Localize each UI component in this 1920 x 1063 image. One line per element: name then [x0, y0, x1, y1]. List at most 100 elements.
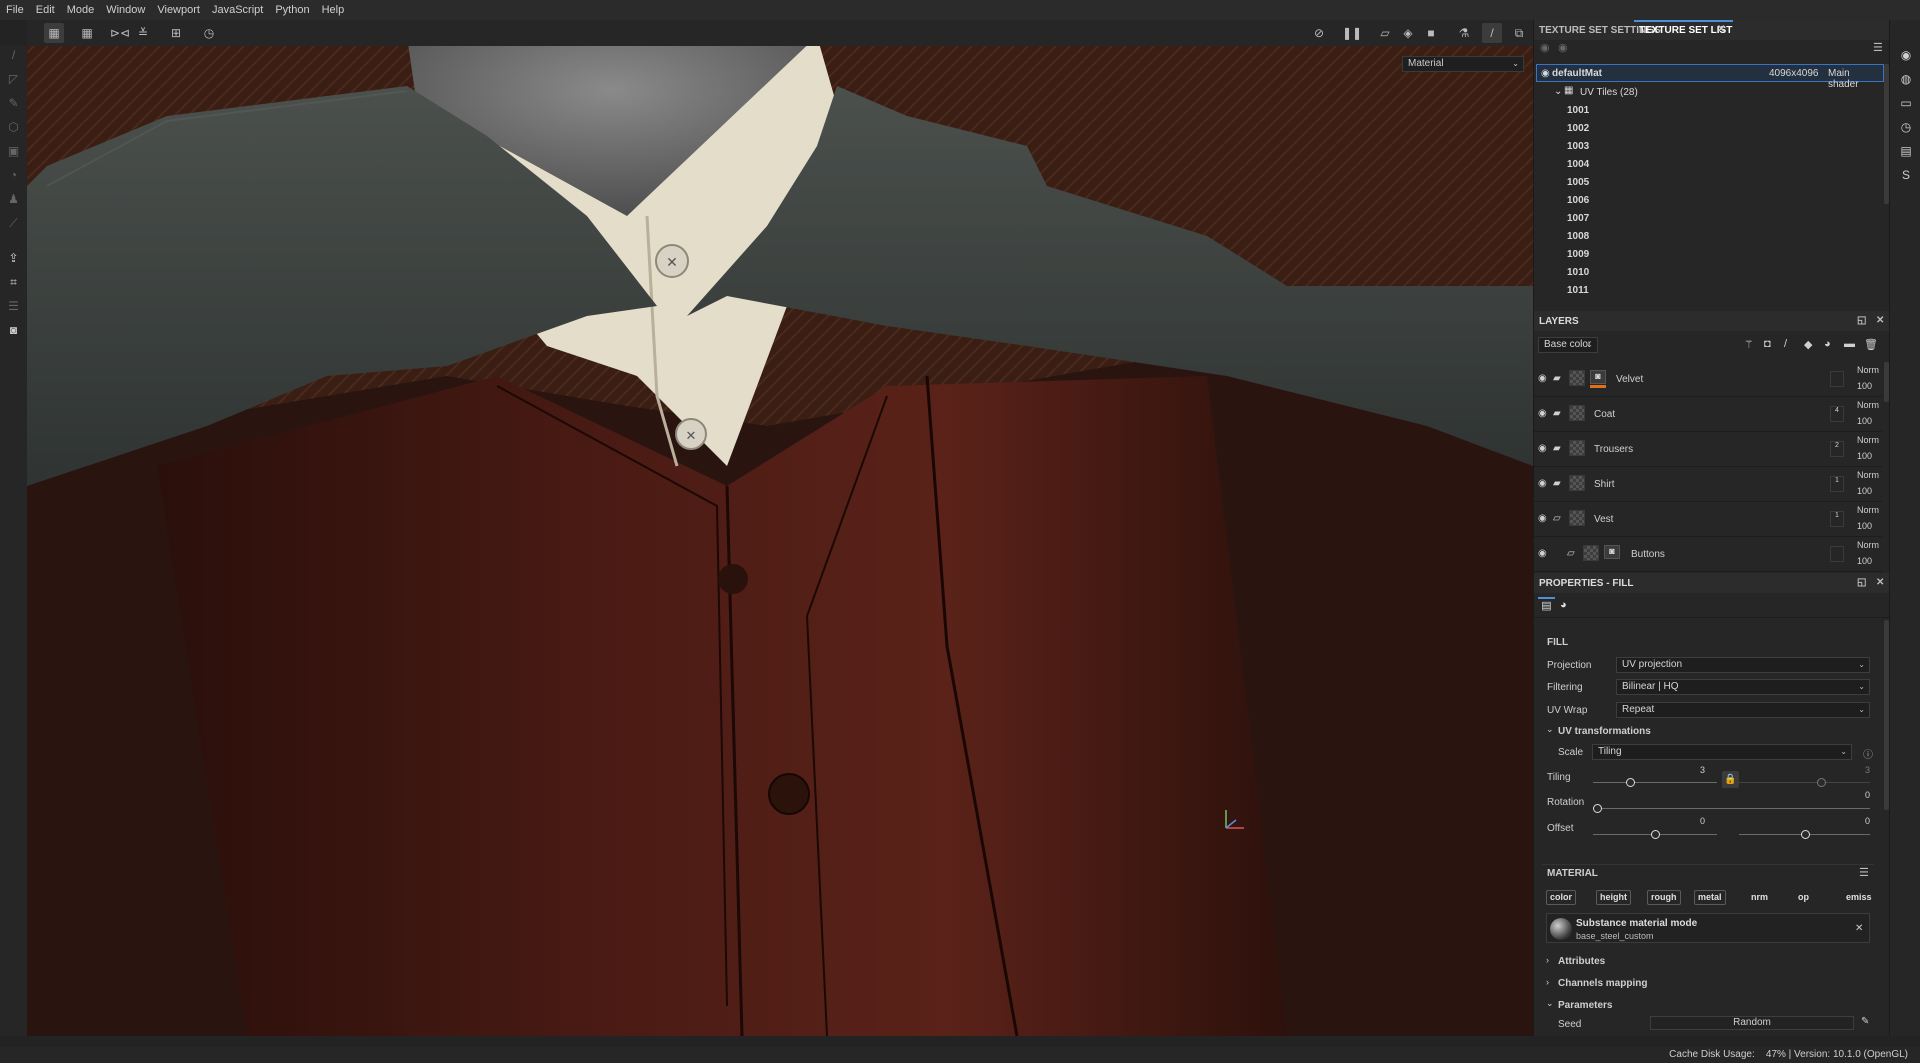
screenshot-icon[interactable]: ⧉: [1509, 23, 1529, 43]
eye-icon[interactable]: ◉: [1558, 41, 1568, 54]
clone-tool-icon[interactable]: ♟: [4, 190, 23, 209]
menu-file[interactable]: File: [0, 0, 30, 20]
substance-material-card[interactable]: Substance material mode base_steel_custo…: [1546, 913, 1870, 943]
tab-properties-icon[interactable]: ▤: [1538, 597, 1555, 616]
layer-row[interactable]: ◉ ▱ Vest 1 Norm 100: [1534, 502, 1882, 537]
menu-help[interactable]: Help: [316, 0, 351, 20]
list-item[interactable]: 1001: [1534, 101, 1882, 119]
list-item[interactable]: 1004: [1534, 155, 1882, 173]
rotation-slider-handle[interactable]: [1593, 804, 1602, 813]
projection-tool-icon[interactable]: ✎: [4, 94, 23, 113]
delete-icon[interactable]: 🗑: [1864, 338, 1878, 351]
attributes-toggle[interactable]: Attributes: [1558, 956, 1605, 967]
hide-icon[interactable]: ⊘: [1309, 23, 1329, 43]
list-item[interactable]: 1009: [1534, 245, 1882, 263]
environment-icon[interactable]: ◍: [1899, 72, 1913, 86]
paint-brush-icon[interactable]: /: [1482, 23, 1502, 43]
channels-mapping-toggle[interactable]: Channels mapping: [1558, 978, 1647, 989]
close-icon[interactable]: ✕: [1855, 923, 1863, 934]
channel-nrm-chip[interactable]: nrm: [1747, 890, 1772, 905]
log-icon[interactable]: ▤: [1899, 144, 1913, 158]
undock-icon[interactable]: ◱: [1857, 315, 1866, 326]
blend-mode[interactable]: Norm: [1857, 365, 1879, 375]
pause-icon[interactable]: ❚❚: [1342, 23, 1362, 43]
add-fill-layer-icon[interactable]: ◆: [1804, 338, 1812, 351]
layer-opacity[interactable]: 100: [1857, 521, 1872, 531]
undock-icon[interactable]: ◱: [1857, 577, 1866, 588]
tiling-slider-handle[interactable]: [1626, 778, 1636, 787]
bake-icon[interactable]: ⚗: [1454, 23, 1474, 43]
close-icon[interactable]: ✕: [1876, 315, 1884, 326]
cube-icon[interactable]: ◈: [1398, 23, 1418, 43]
lock-tool-icon[interactable]: ☰: [4, 297, 23, 316]
render-tool-icon[interactable]: ◙: [4, 321, 23, 340]
eye-icon[interactable]: ◉: [1540, 41, 1550, 54]
video-camera-icon[interactable]: ■: [1421, 23, 1441, 43]
visibility-eye-icon[interactable]: ◉: [1538, 478, 1547, 489]
layer-row[interactable]: ◉ ▰ Shirt 1 Norm 100: [1534, 467, 1882, 502]
layer-opacity[interactable]: 100: [1857, 416, 1872, 426]
grid-icon[interactable]: ▦: [44, 23, 64, 43]
scale-dropdown[interactable]: Tiling ⌄: [1592, 744, 1852, 760]
channel-rough-chip[interactable]: rough: [1647, 890, 1681, 905]
offset-value-u[interactable]: 0: [1700, 816, 1705, 826]
add-frame-icon[interactable]: ⊞: [166, 23, 186, 43]
list-item[interactable]: 1003: [1534, 137, 1882, 155]
polygon-fill-icon[interactable]: ⬡: [4, 118, 23, 137]
add-folder-icon[interactable]: ▬: [1844, 338, 1855, 350]
offset-v-slider-handle[interactable]: [1800, 830, 1810, 839]
menu-window[interactable]: Window: [100, 0, 151, 20]
tiling-slider[interactable]: [1593, 782, 1717, 783]
menu-mode[interactable]: Mode: [61, 0, 101, 20]
menu-python[interactable]: Python: [269, 0, 315, 20]
tiling-v-slider-handle[interactable]: [1817, 778, 1826, 787]
viewport-mode-dropdown[interactable]: Material ⌄: [1402, 56, 1524, 72]
substance-logo-icon[interactable]: S: [1899, 168, 1913, 182]
layer-row[interactable]: ◉ ▰ Trousers 2 Norm 100: [1534, 432, 1882, 467]
visibility-eye-icon[interactable]: ◉: [1538, 548, 1547, 559]
layer-row[interactable]: ◉ ▱ ◙ Buttons Norm 100: [1534, 537, 1882, 572]
lock-icon[interactable]: 🔒: [1722, 771, 1739, 788]
list-item[interactable]: 1010: [1534, 263, 1882, 281]
smudge-tool-icon[interactable]: ◔: [4, 166, 23, 185]
layer-opacity[interactable]: 100: [1857, 556, 1872, 566]
chevron-down-icon[interactable]: ⌄: [1546, 724, 1554, 735]
visibility-eye-icon[interactable]: ◉: [1538, 373, 1547, 384]
offset-u-slider-handle[interactable]: [1651, 830, 1660, 839]
texture-set-defaultmat[interactable]: ◉ defaultMat 4096x4096 Main shader: [1536, 64, 1884, 90]
tiling-value-v[interactable]: 3: [1865, 765, 1870, 775]
uv-tiles-group[interactable]: ⌄ ▦ UV Tiles (28): [1534, 83, 1882, 101]
channel-color-chip[interactable]: color: [1546, 890, 1577, 905]
list-item[interactable]: 1007: [1534, 209, 1882, 227]
parameters-toggle[interactable]: Parameters: [1558, 1000, 1612, 1011]
menu-viewport[interactable]: Viewport: [151, 0, 206, 20]
chevron-right-icon[interactable]: ›: [1546, 977, 1549, 987]
channel-dropdown[interactable]: Base color ⌄: [1538, 337, 1598, 353]
rotation-slider[interactable]: [1597, 808, 1870, 809]
channel-op-chip[interactable]: op: [1794, 890, 1813, 905]
shelf-icon[interactable]: ▭: [1899, 96, 1913, 110]
menu-edit[interactable]: Edit: [30, 0, 61, 20]
tab-material-icon[interactable]: ◕: [1560, 599, 1567, 611]
geometry-mask-icon[interactable]: ▣: [4, 142, 23, 161]
blend-mode[interactable]: Norm: [1857, 505, 1879, 515]
mirror-x-icon[interactable]: ⊳⊲: [110, 23, 130, 43]
bake-tool-icon[interactable]: ⇪: [4, 249, 23, 268]
projection-dropdown[interactable]: UV projection ⌄: [1616, 657, 1870, 673]
blend-mode[interactable]: Norm: [1857, 470, 1879, 480]
blend-mode[interactable]: Norm: [1857, 540, 1879, 550]
list-item[interactable]: 1011: [1534, 281, 1882, 299]
edit-icon[interactable]: ✎: [1861, 1016, 1869, 1027]
picker-tool-icon[interactable]: ⟋: [4, 214, 23, 233]
close-icon[interactable]: ✕: [1717, 24, 1725, 35]
list-item[interactable]: 1005: [1534, 173, 1882, 191]
list-item[interactable]: 1002: [1534, 119, 1882, 137]
visibility-eye-icon[interactable]: ◉: [1538, 408, 1547, 419]
camera-frame-icon[interactable]: ▱: [1375, 23, 1395, 43]
offset-value-v[interactable]: 0: [1865, 816, 1870, 826]
mirror-y-icon[interactable]: ≚: [133, 23, 153, 43]
tiling-value[interactable]: 3: [1700, 765, 1705, 775]
layer-opacity[interactable]: 100: [1857, 486, 1872, 496]
blend-mode[interactable]: Norm: [1857, 435, 1879, 445]
channel-metal-chip[interactable]: metal: [1694, 890, 1726, 905]
